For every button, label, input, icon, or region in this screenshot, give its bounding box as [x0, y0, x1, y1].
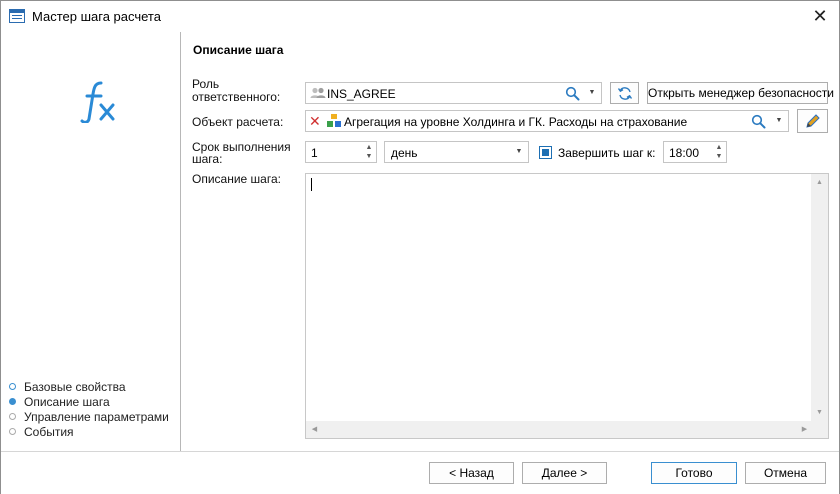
object-value: Агрегация на уровне Холдинга и ГК. Расхо…	[344, 115, 688, 129]
step-indicator-icon	[9, 413, 16, 420]
chevron-down-icon[interactable]: ▼	[512, 142, 526, 162]
chevron-down-icon[interactable]: ▼	[585, 83, 599, 103]
step-basic-properties[interactable]: Базовые свойства	[9, 380, 169, 395]
users-icon	[310, 87, 326, 98]
object-label: Объект расчета:	[192, 115, 284, 129]
chevron-down-icon[interactable]: ▼	[772, 111, 786, 131]
step-label: Описание шага	[24, 395, 110, 409]
window-icon	[9, 9, 25, 23]
clear-icon[interactable]: ✕	[309, 112, 321, 130]
finish-time-stepper[interactable]: 18:00 ▲ ▼	[663, 141, 727, 163]
scroll-left-icon[interactable]: ◀	[306, 421, 323, 438]
step-indicator-icon	[9, 428, 16, 435]
refresh-icon	[617, 87, 633, 100]
back-button[interactable]: < Назад	[429, 462, 514, 484]
step-indicator-icon	[9, 383, 16, 390]
cube-object-icon	[327, 114, 341, 127]
horizontal-scrollbar[interactable]: ◀ ▶	[306, 421, 813, 438]
scroll-up-icon[interactable]: ▲	[811, 174, 828, 191]
deadline-amount-stepper[interactable]: 1 ▲ ▼	[305, 141, 377, 163]
finish-time-value: 18:00	[669, 146, 700, 160]
scrollbar-corner	[811, 421, 828, 438]
open-security-manager-button[interactable]: Открыть менеджер безопасности	[647, 82, 834, 104]
window-title: Мастер шага расчета	[32, 9, 161, 24]
search-icon[interactable]	[751, 114, 766, 129]
role-label-line1: Роль	[192, 77, 220, 91]
cancel-button[interactable]: Отмена	[745, 462, 826, 484]
fx-logo-icon	[80, 81, 115, 123]
step-label: Управление параметрами	[24, 410, 169, 424]
vertical-scrollbar[interactable]: ▲ ▼	[811, 174, 828, 421]
role-select[interactable]: INS_AGREE ▼	[305, 82, 602, 104]
stepper-arrows-icon[interactable]: ▲ ▼	[714, 143, 724, 161]
section-title: Описание шага	[193, 43, 284, 57]
text-cursor	[311, 178, 312, 191]
step-events[interactable]: События	[9, 425, 169, 440]
wizard-window: Мастер шага расчета ✕ Базовые свойства О…	[0, 0, 840, 494]
finish-step-checkbox[interactable]	[539, 146, 552, 159]
step-label: События	[24, 425, 74, 439]
edit-object-button[interactable]	[797, 109, 828, 133]
description-label: Описание шага:	[192, 172, 281, 186]
footer-bar: < Назад Далее > Готово Отмена	[1, 451, 839, 494]
object-select[interactable]: ✕ Агрегация на уровне Холдинга и ГК. Рас…	[305, 110, 789, 132]
role-label-line2: ответственного:	[192, 90, 281, 104]
step-parameters[interactable]: Управление параметрами	[9, 410, 169, 425]
wizard-sidebar: Базовые свойства Описание шага Управлени…	[1, 32, 181, 451]
close-icon[interactable]: ✕	[809, 6, 831, 28]
scroll-down-icon[interactable]: ▼	[811, 404, 828, 421]
refresh-button[interactable]	[610, 82, 639, 104]
finish-step-label: Завершить шаг к:	[558, 146, 656, 160]
search-icon[interactable]	[565, 86, 580, 101]
done-button[interactable]: Готово	[651, 462, 737, 484]
step-description[interactable]: Описание шага	[9, 395, 169, 410]
deadline-amount-value: 1	[311, 146, 318, 160]
role-value: INS_AGREE	[327, 87, 396, 101]
title-bar: Мастер шага расчета ✕	[1, 1, 839, 32]
deadline-label-line2: шага:	[192, 152, 223, 166]
deadline-unit-value: день	[391, 146, 418, 160]
pencil-icon	[806, 114, 820, 128]
stepper-arrows-icon[interactable]: ▲ ▼	[364, 143, 374, 161]
description-textarea[interactable]: ▲ ▼ ◀ ▶	[305, 173, 829, 439]
wizard-steps: Базовые свойства Описание шага Управлени…	[9, 380, 169, 440]
next-button[interactable]: Далее >	[522, 462, 607, 484]
step-indicator-icon	[9, 398, 16, 405]
deadline-unit-select[interactable]: день ▼	[384, 141, 529, 163]
step-label: Базовые свойства	[24, 380, 126, 394]
main-panel: Описание шага Роль ответственного: INS_A…	[182, 32, 839, 451]
